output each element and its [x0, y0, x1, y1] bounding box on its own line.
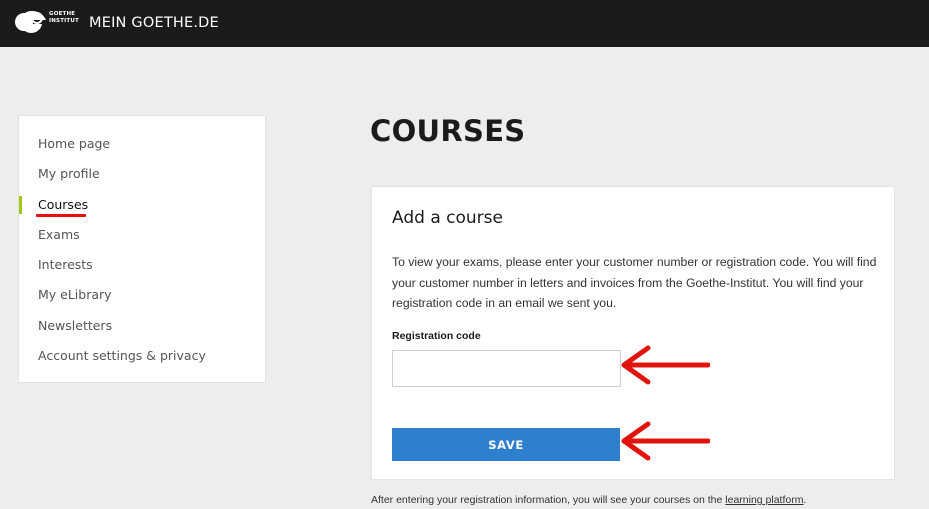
logo-line-2: INSTITUT: [49, 18, 79, 24]
active-indicator: [19, 196, 22, 214]
site-title[interactable]: MEIN GOETHE.DE: [89, 13, 219, 33]
registration-code-input[interactable]: [392, 350, 621, 387]
sidebar-item-newsletters[interactable]: Newsletters: [38, 318, 112, 334]
sidebar-item-my-elibrary[interactable]: My eLibrary: [38, 287, 112, 303]
card-title: Add a course: [392, 208, 503, 228]
registration-code-label: Registration code: [392, 330, 481, 342]
sidebar-item-my-profile[interactable]: My profile: [38, 166, 100, 182]
sidebar-item-courses[interactable]: Courses: [38, 197, 88, 213]
footer-end: .: [803, 494, 807, 506]
footer-note: After entering your registration informa…: [371, 494, 806, 506]
logo-text: GOETHE INSTITUT: [49, 11, 79, 25]
card-description: To view your exams, please enter your cu…: [392, 255, 877, 310]
sidebar-item-exams[interactable]: Exams: [38, 227, 80, 243]
arrow-left-icon: [621, 345, 710, 385]
logo-line-1: GOETHE: [49, 11, 76, 17]
footer-text: After entering your registration informa…: [371, 494, 726, 506]
top-bar: GOETHE INSTITUT MEIN GOETHE.DE: [0, 0, 929, 47]
learning-platform-link[interactable]: learning platform: [725, 494, 803, 506]
sidebar-item-account-settings[interactable]: Account settings & privacy: [38, 348, 206, 364]
arrow-left-icon: [621, 421, 710, 461]
sidebar-nav: Home page My profile Courses Exams Inter…: [18, 115, 266, 383]
courses-red-underline: [36, 214, 86, 217]
sidebar-item-home-page[interactable]: Home page: [38, 136, 110, 152]
goethe-logo-icon[interactable]: [15, 9, 47, 35]
save-button[interactable]: SAVE: [392, 428, 620, 461]
sidebar-item-interests[interactable]: Interests: [38, 257, 93, 273]
page-title: COURSES: [370, 114, 526, 148]
